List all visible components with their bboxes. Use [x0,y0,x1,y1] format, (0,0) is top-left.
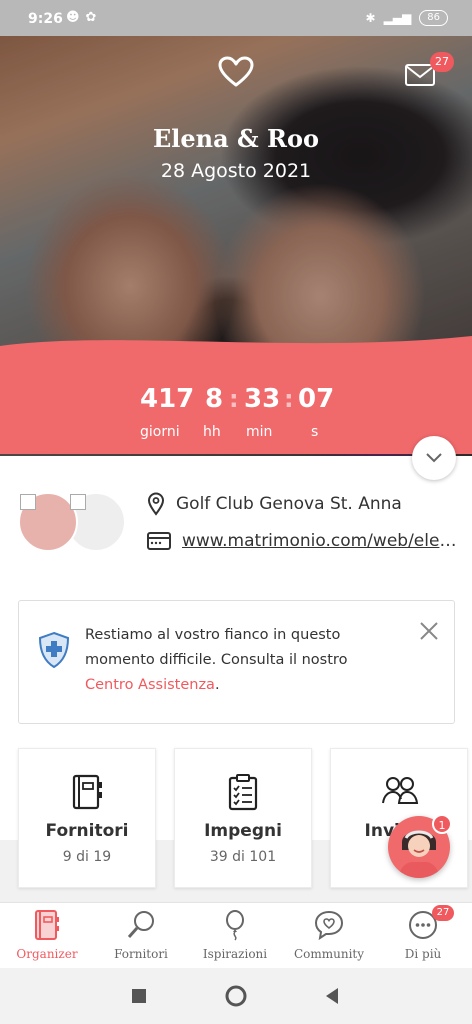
wedding-date: 28 Agosto 2021 [160,160,312,182]
home-icon[interactable] [224,984,248,1008]
chevron-down-icon [426,453,442,463]
notebook-icon [72,774,102,810]
tile-fornitori[interactable]: Fornitori 9 di 19 [18,748,156,888]
countdown-days-label: giorni [140,424,180,440]
nav-community[interactable]: Community [282,909,376,967]
website-link[interactable]: www.matrimonio.com/web/elena-e-roo [182,531,464,551]
broken-image-icon [70,494,86,510]
nav-label: Ispirazioni [202,947,268,961]
countdown-days: 417 [140,384,195,414]
balloon-icon [226,910,244,941]
tile-count: 9 di 19 [62,849,112,865]
checklist-icon [228,774,258,811]
nav-fornitori[interactable]: Fornitori [94,909,188,967]
nav-label: Di più [404,947,442,961]
nav-label: Organizer [16,947,78,961]
notification-icons: ☻✿ [66,10,103,25]
notice-suffix: . [214,677,220,693]
bluetooth-icon: ✱ [365,11,376,25]
status-bar: 9:26 ☻✿ ✱ ▂▄▆ 86 [0,0,472,36]
signal-icon: ▂▄▆ [383,11,412,25]
nav-ispirazioni[interactable]: Ispirazioni [188,909,282,967]
battery-indicator: 86 [419,10,448,26]
countdown-minutes: 33 [244,384,281,414]
tile-impegni[interactable]: Impegni 39 di 101 [174,748,312,888]
heart-logo-icon [218,56,254,87]
broken-image-icon [20,494,36,510]
website-row[interactable]: www.matrimonio.com/web/elena-e-roo [146,530,464,552]
organizer-icon [35,910,59,940]
venue-row[interactable]: Golf Club Genova St. Anna [146,492,402,516]
notice-message: Restiamo al vostro fianco in questo mome… [85,623,375,698]
countdown-hours: 8 [205,384,224,414]
countdown-seconds: 07 [298,384,335,414]
guests-icon [382,777,419,804]
couple-names: Elena & Roo [152,124,320,153]
countdown-colon: : [284,385,294,413]
status-time: 9:26 [28,11,63,27]
help-center-link[interactable]: Centro Assistenza [85,677,215,693]
venue-name: Golf Club Genova St. Anna [176,494,402,514]
recents-icon[interactable] [130,984,148,1008]
close-icon[interactable] [419,621,439,641]
assistant-badge: 1 [432,814,452,834]
nav-label: Community [293,947,365,961]
nav-badge: 27 [432,905,454,921]
bottom-navigation: Organizer Fornitori Ispirazioni Communit… [0,902,472,968]
tile-label: Fornitori [45,821,129,841]
chat-heart-icon [314,910,344,941]
countdown-wave [0,336,472,356]
magnifier-icon [127,911,154,938]
covid-notice-card: Restiamo al vostro fianco in questo mome… [18,600,455,724]
nav-di-piu[interactable]: 27 Di più [376,905,470,967]
web-page-icon [147,532,171,550]
tile-label: Impegni [204,821,282,841]
location-pin-icon [147,492,165,516]
medical-shield-icon [38,631,70,669]
countdown-hours-label: hh [203,424,221,440]
tile-count: 39 di 101 [209,849,277,865]
mail-badge: 27 [430,52,454,72]
nav-label: Fornitori [114,947,168,961]
status-right: ✱ ▂▄▆ 86 [366,10,448,26]
couple-avatars[interactable] [18,492,128,554]
countdown-seconds-label: s [311,424,319,440]
system-navigation [0,968,472,1024]
countdown-minutes-label: min [246,424,273,440]
back-icon[interactable] [322,984,342,1008]
countdown: 417 8 : 33 : 07 giorni hh min s [0,336,472,454]
countdown-colon: : [229,385,239,413]
notice-text: Restiamo al vostro fianco in questo mome… [85,627,348,668]
collapse-button[interactable] [412,436,456,480]
nav-organizer[interactable]: Organizer [0,909,94,967]
